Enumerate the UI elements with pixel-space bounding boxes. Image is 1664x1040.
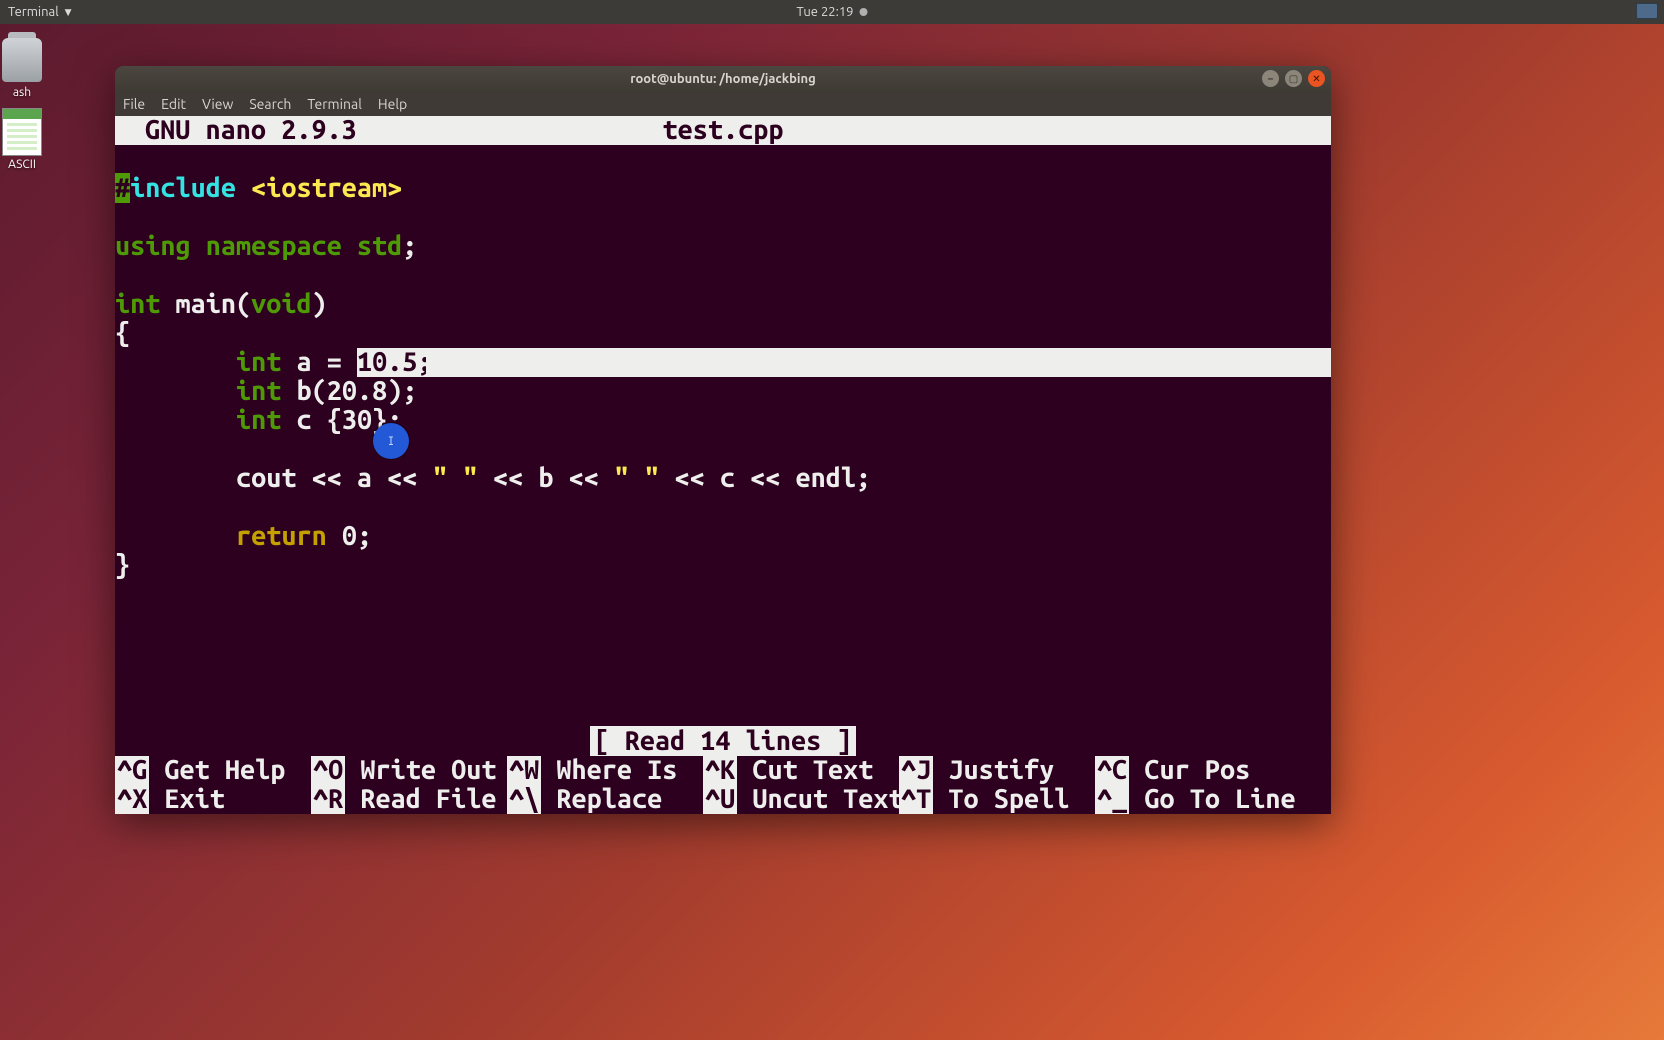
terminal-window: root@ubuntu: /home/jackbing – ▢ ✕ File E… — [115, 66, 1331, 814]
panel-menu-label: Terminal — [8, 5, 59, 19]
close-button[interactable]: ✕ — [1308, 70, 1325, 87]
code-line: cout << a << " " << b << " " << c << end… — [115, 464, 1331, 493]
shortcut-justify[interactable]: ^J Justify — [899, 756, 1095, 785]
shortcut-where-is[interactable]: ^W Where Is — [507, 756, 703, 785]
code-line: return 0; — [115, 522, 1331, 551]
shortcut-write-out[interactable]: ^O Write Out — [311, 756, 507, 785]
code-line: int main(void) — [115, 290, 1331, 319]
trash-icon — [0, 36, 46, 84]
code-line: { — [115, 319, 1331, 348]
menu-search[interactable]: Search — [249, 96, 291, 112]
nano-filename: test.cpp — [663, 116, 784, 145]
selection: 10.5; — [357, 348, 433, 377]
notification-dot-icon — [859, 8, 867, 16]
blank-line — [115, 145, 1331, 174]
nano-status: [ Read 14 lines ] — [115, 727, 1331, 756]
shortcut-row: ^G Get Help ^O Write Out ^W Where Is ^K … — [115, 756, 1331, 785]
status-text: [ Read 14 lines ] — [590, 726, 855, 756]
shortcut-to-spell[interactable]: ^T To Spell — [899, 785, 1095, 814]
code-area[interactable]: #include <iostream> using namespace std;… — [115, 145, 1331, 580]
panel-menu-terminal[interactable]: Terminal ▼ — [8, 5, 72, 19]
window-titlebar[interactable]: root@ubuntu: /home/jackbing – ▢ ✕ — [115, 66, 1331, 92]
blank-line — [115, 435, 1331, 464]
menu-file[interactable]: File — [123, 96, 145, 112]
shortcut-go-to-line[interactable]: ^_ Go To Line — [1095, 785, 1291, 814]
window-title: root@ubuntu: /home/jackbing — [630, 72, 816, 86]
code-line: int b(20.8); — [115, 377, 1331, 406]
top-panel: Terminal ▼ Tue 22:19 — [0, 0, 1664, 24]
nano-app-name: GNU nano 2.9.3 — [115, 116, 357, 145]
clock-text: Tue 22:19 — [797, 5, 854, 19]
chevron-down-icon: ▼ — [65, 7, 72, 18]
desktop-icon-label: ash — [0, 86, 54, 99]
shortcut-cut-text[interactable]: ^K Cut Text — [703, 756, 899, 785]
desktop-icon-label: ASCII — [0, 158, 54, 171]
shortcut-cur-pos[interactable]: ^C Cur Pos — [1095, 756, 1291, 785]
code-line: int c {30}; — [115, 406, 1331, 435]
annotation-text: I — [388, 427, 395, 456]
blank-line — [115, 203, 1331, 232]
code-line: } — [115, 551, 1331, 580]
menubar: File Edit View Search Terminal Help — [115, 92, 1331, 116]
code-line: int a = 10.5; — [115, 348, 1331, 377]
panel-clock[interactable]: Tue 22:19 — [797, 5, 868, 19]
shortcut-get-help[interactable]: ^G Get Help — [115, 756, 311, 785]
shortcut-row: ^X Exit ^R Read File ^\ Replace ^U Uncut… — [115, 785, 1331, 814]
menu-view[interactable]: View — [202, 96, 233, 112]
panel-tray-icon[interactable] — [1636, 3, 1658, 19]
nano-header: GNU nano 2.9.3 test.cpp — [115, 116, 1331, 145]
code-line: using namespace std; — [115, 232, 1331, 261]
desktop-icon-ascii[interactable]: ASCII — [0, 108, 54, 171]
code-line: #include <iostream> — [115, 174, 1331, 203]
nano-shortcuts: ^G Get Help ^O Write Out ^W Where Is ^K … — [115, 756, 1331, 814]
shortcut-uncut-text[interactable]: ^U Uncut Text — [703, 785, 899, 814]
blank-line — [115, 261, 1331, 290]
selection-fill — [426, 348, 1331, 377]
cursor: # — [115, 173, 130, 203]
shortcut-read-file[interactable]: ^R Read File — [311, 785, 507, 814]
desktop-icon-trash[interactable]: ash — [0, 36, 54, 99]
shortcut-exit[interactable]: ^X Exit — [115, 785, 311, 814]
blank-line — [115, 493, 1331, 522]
maximize-button[interactable]: ▢ — [1285, 70, 1302, 87]
window-controls: – ▢ ✕ — [1262, 70, 1325, 87]
nano-editor[interactable]: GNU nano 2.9.3 test.cpp #include <iostre… — [115, 116, 1331, 814]
menu-edit[interactable]: Edit — [161, 96, 186, 112]
menu-terminal[interactable]: Terminal — [307, 96, 362, 112]
annotation-marker: I — [373, 423, 409, 459]
shortcut-replace[interactable]: ^\ Replace — [507, 785, 703, 814]
minimize-button[interactable]: – — [1262, 70, 1279, 87]
menu-help[interactable]: Help — [378, 96, 407, 112]
spreadsheet-icon — [0, 108, 46, 156]
